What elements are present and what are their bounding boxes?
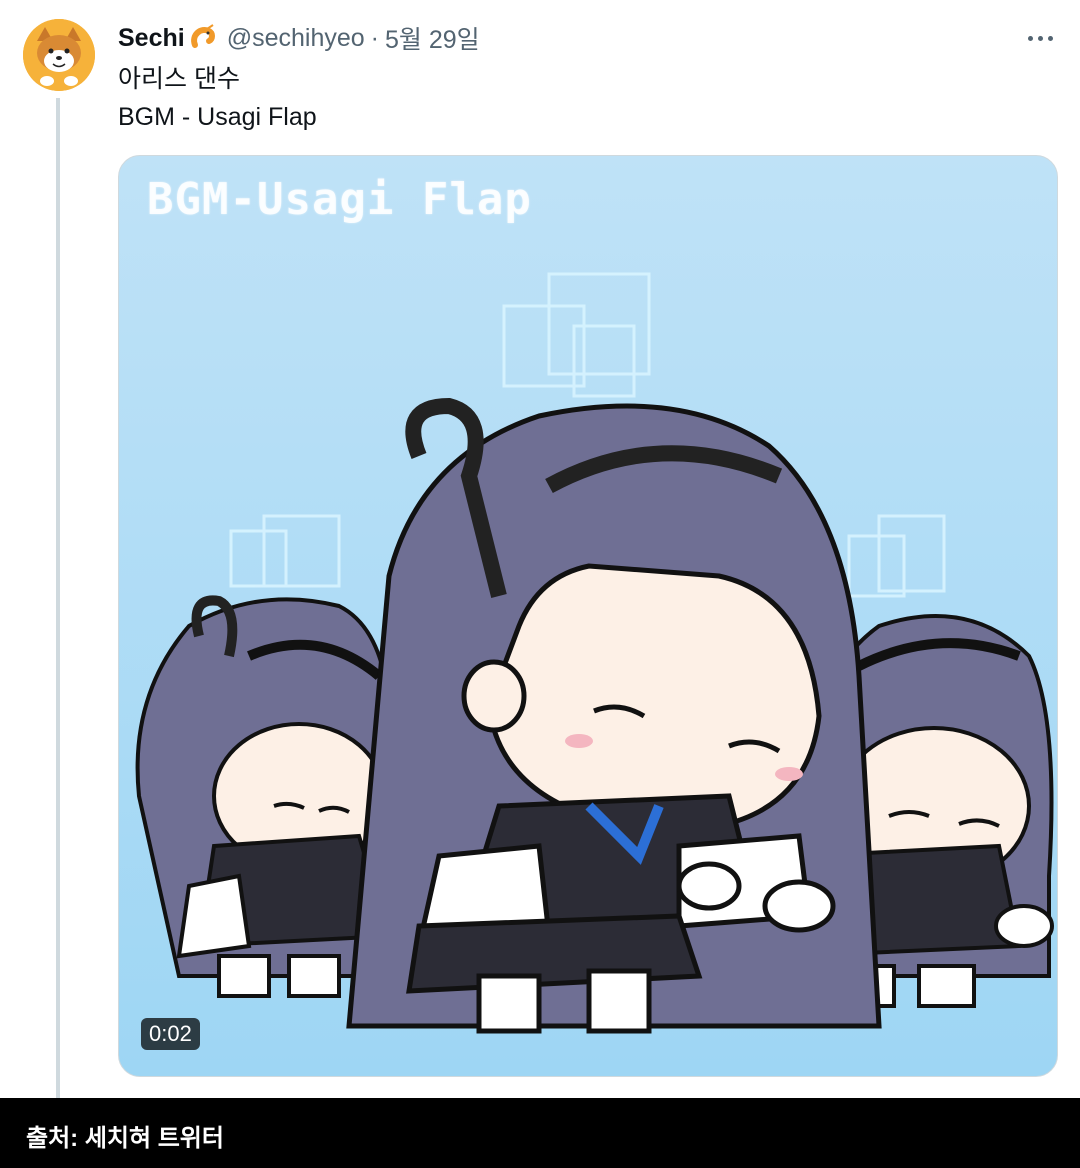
- shrimp-emoji-icon: [190, 24, 215, 48]
- avatar[interactable]: [23, 19, 95, 91]
- thread-line: [56, 98, 60, 1098]
- source-caption: 출처: 세치혀 트위터: [26, 1125, 224, 1152]
- dog-avatar-icon: [23, 19, 95, 91]
- display-name[interactable]: Sechi: [118, 24, 185, 53]
- video-frame-illustration: [135, 272, 1054, 1034]
- tweet-text: 아리스 댄수 BGM - Usagi Flap: [118, 60, 317, 136]
- tweet-header: Sechi @sechihyeo · 5월 29일: [118, 20, 480, 56]
- tweet-text-line: BGM - Usagi Flap: [118, 103, 317, 131]
- video-duration-badge: 0:02: [141, 1018, 200, 1050]
- tweet-text-line: 아리스 댄수: [118, 65, 240, 93]
- video-overlay-title: BGM-Usagi Flap: [147, 174, 532, 225]
- tweet-page: Sechi @sechihyeo · 5월 29일 아리스 댄수 BGM - U…: [0, 0, 1080, 1168]
- user-handle[interactable]: @sechihyeo: [227, 24, 365, 53]
- video-player[interactable]: BGM-Usagi Flap 0:02: [118, 155, 1058, 1077]
- separator-dot: ·: [370, 23, 379, 52]
- tweet-date[interactable]: 5월 29일: [385, 20, 480, 56]
- character-center: [346, 397, 882, 1034]
- more-horizontal-icon[interactable]: [1022, 26, 1058, 50]
- caption-bar: 출처: 세치혀 트위터: [0, 1098, 1080, 1168]
- character-left: [135, 595, 393, 998]
